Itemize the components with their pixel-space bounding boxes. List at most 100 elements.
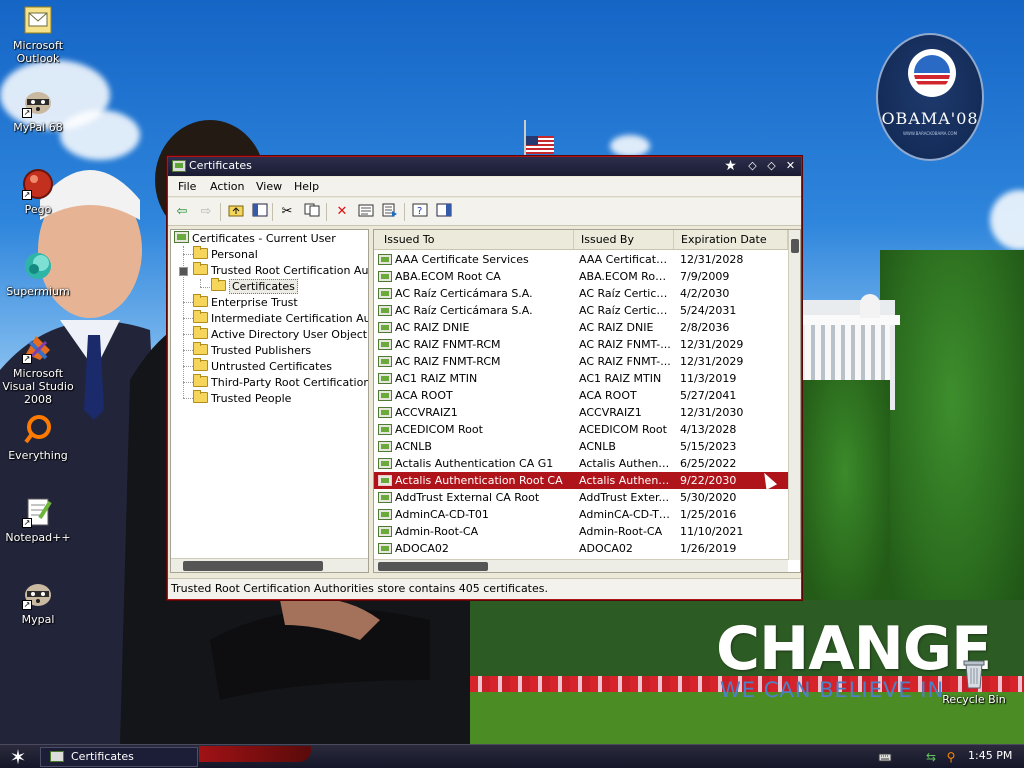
desktop-icon-pego[interactable]: ↗ Pego [0, 168, 76, 216]
cell-issued-by: Admin-Root-CA [579, 525, 663, 538]
table-row[interactable]: ACCVRAIZ1 ACCVRAIZ1 12/31/2030 [374, 404, 788, 421]
forward-arrow-icon[interactable]: ⇨ [197, 203, 215, 221]
tree-item-trusted-publishers[interactable]: Trusted Publishers [193, 342, 311, 359]
properties-icon[interactable] [357, 203, 375, 221]
cell-issued-to: AAA Certificate Services [395, 253, 529, 266]
table-row[interactable]: AddTrust External CA Root AddTrust Exter.… [374, 489, 788, 506]
table-row[interactable]: ACNLB ACNLB 5/15/2023 [374, 438, 788, 455]
desktop-icon-supermium[interactable]: Supermium [0, 250, 76, 298]
show-hide-action-pane-icon[interactable] [435, 203, 453, 221]
column-issued-to[interactable]: Issued To [374, 230, 574, 249]
table-row[interactable]: ADOCA02 ADOCA02 1/26/2019 [374, 540, 788, 557]
table-row[interactable]: AC Raíz Certicámara S.A. AC Raíz Certicá.… [374, 302, 788, 319]
help-icon[interactable]: ? [411, 203, 429, 221]
tree-item-label: Untrusted Certificates [211, 360, 332, 373]
cell-issued-to: ACA ROOT [395, 389, 453, 402]
cell-issued-by: AAA Certificate... [579, 253, 671, 266]
cell-issued-to: ACCVRAIZ1 [395, 406, 458, 419]
cut-icon[interactable]: ✂ [278, 203, 296, 221]
cell-issued-by: ADOCA02 [579, 542, 633, 555]
cell-issued-to: Admin-Root-CA [395, 525, 479, 538]
taskbar-item-certificates[interactable]: Certificates [40, 747, 198, 767]
desktop-icon-visual-studio[interactable]: ↗ Microsoft Visual Studio 2008 [0, 332, 76, 406]
desktop-icon-notepadpp[interactable]: ↗ Notepad++ [0, 496, 76, 544]
up-folder-icon[interactable] [227, 203, 245, 221]
certificate-icon [378, 526, 392, 537]
certificate-icon [378, 492, 392, 503]
scrollbar-thumb[interactable] [378, 562, 488, 571]
minimize-icon[interactable]: ◇ [745, 159, 760, 174]
certificate-icon [378, 458, 392, 469]
table-row[interactable]: AC1 RAIZ MTIN AC1 RAIZ MTIN 11/3/2019 [374, 370, 788, 387]
cell-expiration-date: 1/26/2019 [680, 542, 737, 555]
tree-item-trusted-root[interactable]: Trusted Root Certification Authc [193, 262, 368, 279]
search-icon[interactable]: ⚲ [944, 750, 958, 764]
list-horizontal-scrollbar[interactable] [374, 559, 788, 572]
desktop-icon-outlook[interactable]: Microsoft Outlook [0, 4, 76, 65]
table-row[interactable]: AC RAIZ FNMT-RCM AC RAIZ FNMT-... 12/31/20… [374, 353, 788, 370]
keyboard-icon[interactable] [878, 750, 892, 764]
menu-action[interactable]: Action [210, 180, 244, 193]
desktop-icon-mypal68[interactable]: ↗ MyPal 68 [0, 86, 76, 134]
list-header: Issued To Issued By Expiration Date [374, 230, 788, 250]
back-arrow-icon[interactable]: ⇦ [173, 203, 191, 221]
network-icon[interactable]: ⇆ [924, 750, 938, 764]
table-row[interactable]: ABA.ECOM Root CA ABA.ECOM Roo... 7/9/2009 [374, 268, 788, 285]
list-vertical-scrollbar[interactable] [788, 230, 800, 560]
cell-issued-to: AdminCA-CD-T01 [395, 508, 489, 521]
table-row[interactable]: ACEDICOM Root ACEDICOM Root 4/13/2028 [374, 421, 788, 438]
cell-expiration-date: 11/3/2019 [680, 372, 737, 385]
certificate-icon [50, 751, 64, 762]
tree-item-active-directory[interactable]: Active Directory User Object [193, 326, 367, 343]
star-start-icon[interactable]: ✶ [4, 746, 32, 768]
cell-issued-by: ACCVRAIZ1 [579, 406, 642, 419]
tree-item-untrusted[interactable]: Untrusted Certificates [193, 358, 332, 375]
desktop-icon-everything[interactable]: Everything [0, 414, 76, 462]
maximize-icon[interactable]: ◇ [764, 159, 779, 174]
wallpaper-subheadline: WE CAN BELIEVE IN [720, 678, 945, 702]
desktop-icon-recycle-bin[interactable]: Recycle Bin [936, 658, 1012, 706]
copy-icon[interactable] [303, 203, 321, 221]
tree-item-enterprise-trust[interactable]: Enterprise Trust [193, 294, 298, 311]
table-row[interactable]: ACA ROOT ACA ROOT 5/27/2041 [374, 387, 788, 404]
folder-icon [193, 374, 208, 387]
column-expiration-date[interactable]: Expiration Date [674, 230, 788, 249]
delete-icon[interactable]: ✕ [333, 203, 351, 221]
tree-item-trusted-people[interactable]: Trusted People [193, 390, 291, 407]
menu-file[interactable]: File [178, 180, 196, 193]
tree-item-certificates[interactable]: Certificates [211, 278, 298, 295]
pin-icon[interactable]: ★ [723, 159, 738, 174]
table-row[interactable]: Actalis Authentication CA G1 Actalis Auth… [374, 455, 788, 472]
tree-item-intermediate[interactable]: Intermediate Certification Authc [193, 310, 368, 327]
tree-item-personal[interactable]: Personal [193, 246, 258, 263]
table-row[interactable]: AC RAIZ DNIE AC RAIZ DNIE 2/8/2036 [374, 319, 788, 336]
cell-issued-to: AC1 RAIZ MTIN [395, 372, 478, 385]
scrollbar-thumb[interactable] [183, 561, 323, 571]
table-row[interactable]: AdminCA-CD-T01 AdminCA-CD-T01 1/25/2016 [374, 506, 788, 523]
table-row[interactable]: AAA Certificate Services AAA Certificate.… [374, 251, 788, 268]
table-row[interactable]: AC Raíz Certicámara S.A. AC Raíz Certicá.… [374, 285, 788, 302]
tree-root[interactable]: Certificates - Current User [174, 231, 336, 247]
show-hide-tree-icon[interactable] [251, 203, 269, 221]
desktop-icon-label: Notepad++ [5, 531, 71, 544]
cell-issued-to: Actalis Authentication Root CA [395, 474, 563, 487]
tree-horizontal-scrollbar[interactable] [171, 558, 368, 572]
desktop-icon-mypal[interactable]: ↗ Mypal [0, 578, 76, 626]
collapse-icon[interactable] [179, 267, 188, 276]
window-titlebar[interactable]: Certificates ★ ◇ ◇ ✕ [168, 157, 801, 176]
scrollbar-thumb[interactable] [791, 239, 799, 253]
column-issued-by[interactable]: Issued By [574, 230, 674, 249]
tree-item-third-party-root[interactable]: Third-Party Root Certification Au [193, 374, 368, 391]
table-row[interactable]: Admin-Root-CA Admin-Root-CA 11/10/2021 [374, 523, 788, 540]
menu-help[interactable]: Help [294, 180, 319, 193]
table-row[interactable]: AC RAIZ FNMT-RCM AC RAIZ FNMT-... 12/31/20… [374, 336, 788, 353]
export-list-icon[interactable] [381, 203, 399, 221]
folder-icon [193, 326, 208, 339]
table-row[interactable]: Actalis Authentication Root CA Actalis Au… [374, 472, 788, 489]
close-icon[interactable]: ✕ [783, 159, 798, 174]
trees [800, 380, 890, 610]
certificate-store-icon [174, 231, 189, 243]
notepadpp-icon: ↗ [22, 496, 54, 528]
menu-view[interactable]: View [256, 180, 282, 193]
clock[interactable]: 1:45 PM [968, 749, 1012, 762]
